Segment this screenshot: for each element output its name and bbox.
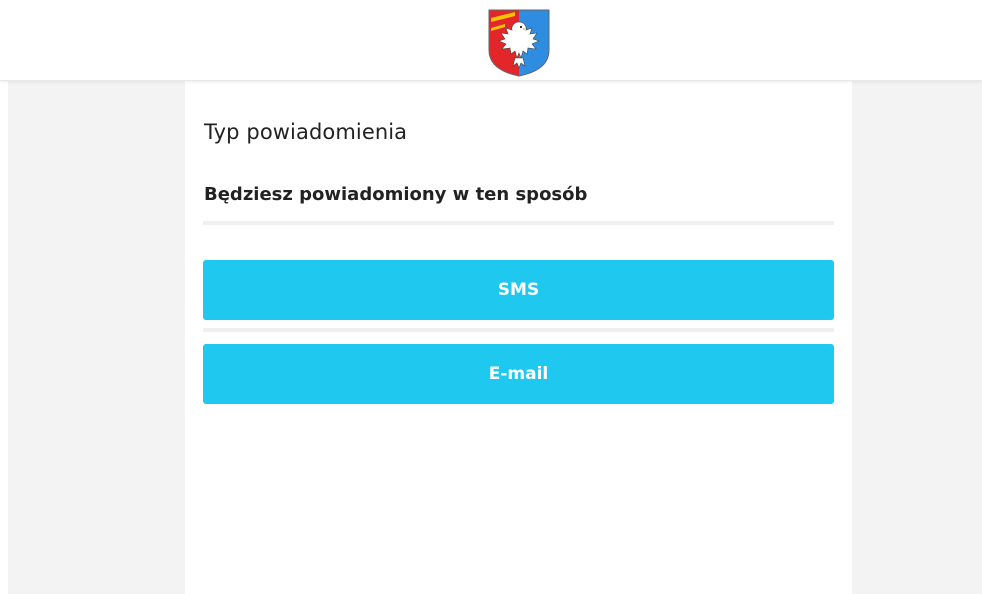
sms-option-button[interactable]: SMS: [203, 260, 834, 320]
page-subtitle: Będziesz powiadomiony w ten sposób: [204, 184, 588, 205]
notification-card: [185, 81, 852, 594]
page-title: Typ powiadomienia: [204, 120, 408, 144]
top-header: [0, 0, 982, 81]
divider: [203, 221, 834, 225]
coat-of-arms-logo: [488, 9, 550, 77]
email-option-button[interactable]: E-mail: [203, 344, 834, 404]
divider: [203, 328, 834, 332]
